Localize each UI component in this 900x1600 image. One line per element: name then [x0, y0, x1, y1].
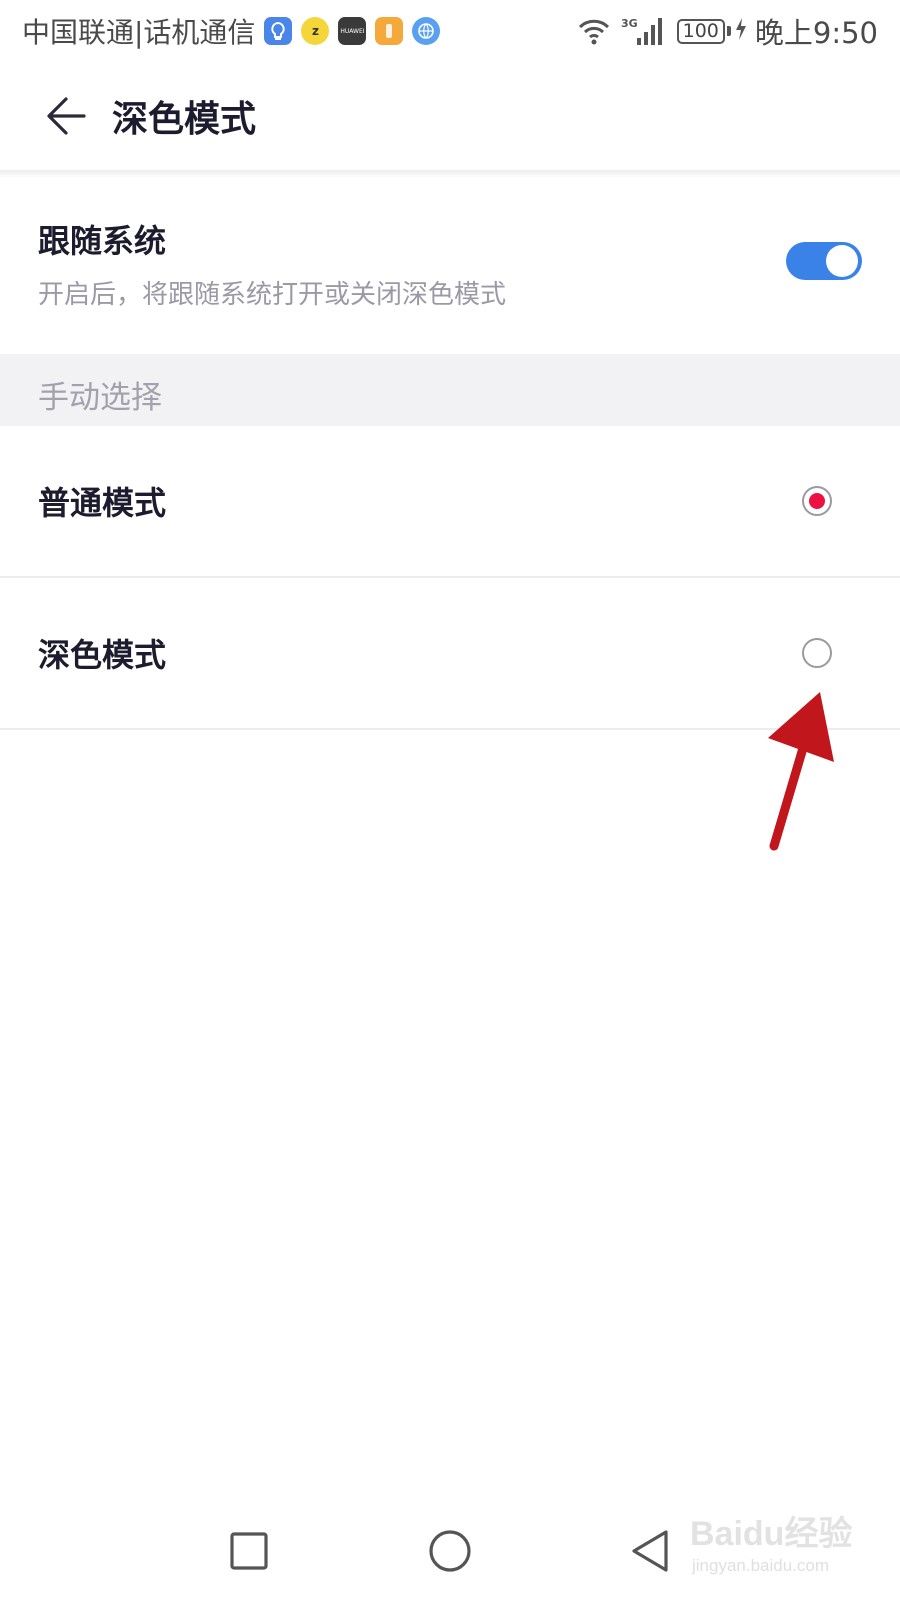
follow-system-row: 跟随系统 开启后，将跟随系统打开或关闭深色模式: [0, 178, 900, 346]
follow-system-title: 跟随系统: [38, 222, 167, 260]
status-time: 晚上9:50: [754, 16, 878, 50]
follow-system-description: 开启后，将跟随系统打开或关闭深色模式: [38, 280, 507, 310]
battery-level: 100: [676, 18, 725, 44]
page-title: 深色模式: [112, 99, 257, 140]
row-divider: [0, 728, 900, 730]
triangle-back-icon: [632, 1530, 668, 1572]
huawei-store-icon: HUAWEI: [338, 17, 367, 45]
charging-bolt-icon: [735, 18, 747, 44]
yellow-app-icon: z: [301, 17, 330, 45]
normal-mode-radio[interactable]: [802, 486, 832, 516]
browser-app-icon: [412, 17, 441, 45]
dark-mode-radio[interactable]: [802, 638, 832, 668]
recents-button[interactable]: [222, 1524, 276, 1578]
watermark-brand: Baidu经验: [690, 1515, 853, 1553]
circle-icon: [429, 1530, 471, 1572]
nav-back-button[interactable]: [623, 1524, 677, 1578]
toggle-knob: [826, 245, 858, 277]
status-left: 中国联通|话机通信 z HUAWEI: [22, 11, 441, 51]
cellular-signal-icon: 3G: [621, 16, 665, 46]
manual-selection-header: 手动选择: [0, 354, 900, 426]
baidu-watermark: Baidu经验 jingyan.baidu.com: [690, 1506, 853, 1586]
carrier-name: 中国联通|话机通信: [22, 16, 256, 49]
app-bar-divider: [0, 170, 900, 178]
home-button[interactable]: [423, 1524, 477, 1578]
manual-selection-label: 手动选择: [38, 380, 162, 416]
back-button[interactable]: [36, 86, 96, 146]
svg-text:3G: 3G: [621, 17, 638, 30]
status-bar: 中国联通|话机通信 z HUAWEI 3G 100 晚上9:50: [0, 0, 900, 62]
square-icon: [230, 1532, 268, 1570]
option-label: 普通模式: [38, 484, 167, 522]
arrow-left-icon: [47, 97, 86, 135]
follow-system-toggle[interactable]: [786, 242, 862, 280]
option-label: 深色模式: [38, 636, 167, 674]
orange-app-icon: [375, 17, 404, 45]
bulb-app-icon: [264, 17, 293, 45]
option-dark-mode[interactable]: 深色模式: [0, 578, 900, 730]
battery-indicator: 100: [676, 18, 731, 44]
app-bar: 深色模式: [0, 62, 900, 170]
wifi-icon: [577, 17, 611, 45]
battery-cap: [726, 26, 731, 36]
status-right: 3G 100 晚上9:50: [567, 10, 878, 52]
watermark-url: jingyan.baidu.com: [692, 1556, 830, 1575]
radio-selected-dot: [809, 493, 825, 509]
option-normal-mode[interactable]: 普通模式: [0, 426, 900, 578]
